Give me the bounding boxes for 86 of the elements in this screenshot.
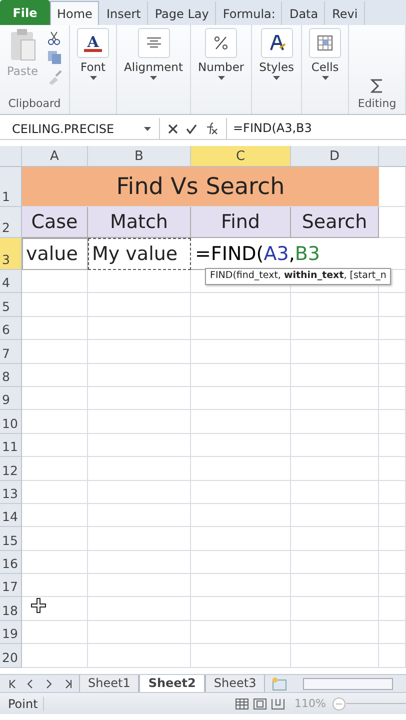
row-header[interactable]: 8 — [0, 364, 22, 387]
empty-cell — [379, 620, 406, 644]
empty-cell — [379, 504, 406, 528]
sheet-tab[interactable]: Sheet1 — [79, 674, 140, 692]
table-cell: value — [22, 238, 88, 270]
row-header[interactable]: 17 — [0, 574, 22, 598]
dropdown-caret-icon — [150, 76, 157, 80]
row-header[interactable]: 6 — [0, 316, 22, 340]
sheet-tab[interactable]: Sheet3 — [204, 674, 266, 692]
group-label: Editing — [356, 97, 398, 112]
row-header[interactable]: 12 — [0, 457, 22, 481]
column-header[interactable]: B — [88, 146, 191, 167]
column-header[interactable]: D — [291, 146, 379, 167]
formula-field[interactable]: =FIND(A3,B3 — [226, 118, 406, 140]
row-header[interactable]: 19 — [0, 620, 22, 644]
empty-cell — [379, 364, 406, 387]
row-header[interactable]: 13 — [0, 480, 22, 504]
row-header[interactable]: 15 — [0, 527, 22, 551]
row-header[interactable]: 7 — [0, 340, 22, 364]
table-cell: Case — [22, 207, 88, 238]
name-box[interactable]: CEILING.PRECISE — [0, 118, 160, 140]
row-header[interactable]: 9 — [0, 386, 22, 410]
dropdown-caret-icon — [90, 76, 97, 80]
empty-cell — [379, 207, 406, 238]
empty-cell — [379, 293, 406, 317]
row-header[interactable]: 4 — [0, 270, 22, 294]
clipboard-icon — [8, 28, 37, 62]
dropdown-caret-icon — [218, 76, 225, 80]
table-cell: Search — [291, 207, 379, 238]
normal-view-icon[interactable] — [234, 698, 249, 710]
empty-cell — [379, 480, 406, 504]
ribbon-button[interactable]: A Font — [74, 28, 112, 97]
ribbon-button[interactable]: Styles — [256, 28, 298, 97]
nav-arrow-icon[interactable] — [63, 678, 73, 688]
row-header[interactable]: 1 — [0, 167, 22, 207]
dropdown-caret-icon — [273, 76, 280, 80]
ribbon-button[interactable]: Cells — [306, 28, 344, 97]
row-header[interactable]: 3 — [0, 238, 22, 270]
function-tooltip: FIND(find_text, within_text, [start_n — [205, 268, 392, 285]
empty-cell — [379, 340, 406, 364]
row-header[interactable]: 16 — [0, 550, 22, 574]
empty-cell — [379, 316, 406, 340]
dropdown-caret-icon — [322, 76, 329, 80]
title-cell: Find Vs Search — [22, 167, 379, 207]
ribbon-button[interactable]: Alignment — [121, 28, 186, 97]
row-header[interactable]: 2 — [0, 207, 22, 238]
row-header[interactable]: 5 — [0, 293, 22, 317]
table-cell: My value — [88, 238, 191, 270]
empty-cell — [379, 574, 406, 598]
ribbon-button[interactable]: Number — [194, 28, 248, 97]
empty-cell — [379, 527, 406, 551]
percent-icon — [213, 35, 230, 51]
cancel-icon[interactable] — [168, 124, 178, 134]
group-label: Clipboard — [7, 97, 62, 112]
empty-cell — [379, 386, 406, 410]
row-header[interactable]: 14 — [0, 504, 22, 528]
table-cell: Find — [191, 207, 291, 238]
zoom-level: 110% — [294, 697, 326, 710]
empty-cell — [379, 410, 406, 434]
ribbon-tab[interactable]: Home — [50, 1, 100, 25]
row-header[interactable]: 11 — [0, 434, 22, 458]
empty-cell — [379, 434, 406, 458]
status-mode: Point — [0, 696, 44, 710]
function-icon[interactable] — [205, 122, 218, 135]
column-header[interactable]: C — [191, 146, 291, 167]
empty-cell — [379, 550, 406, 574]
page-break-icon[interactable] — [270, 698, 285, 710]
align-center-icon — [146, 36, 162, 50]
styles-icon — [268, 34, 286, 52]
page-layout-icon[interactable] — [252, 698, 267, 710]
cursor-icon — [31, 598, 46, 613]
sum-icon[interactable] — [370, 79, 384, 93]
check-icon[interactable] — [186, 124, 197, 134]
ribbon-tab[interactable]: File — [0, 0, 50, 25]
sheet-tab[interactable]: Sheet2 — [139, 674, 205, 692]
table-cell: Match — [88, 207, 191, 238]
row-header[interactable]: 20 — [0, 644, 22, 668]
dropdown-caret-icon — [144, 126, 151, 130]
empty-cell — [379, 597, 406, 621]
row-header[interactable]: 10 — [0, 410, 22, 434]
column-header[interactable]: A — [22, 146, 88, 167]
row-header[interactable]: 18 — [0, 597, 22, 621]
empty-cell — [379, 457, 406, 481]
empty-cell — [379, 644, 406, 668]
cells-icon — [317, 35, 334, 51]
horizontal-scrollbar[interactable] — [303, 678, 394, 690]
